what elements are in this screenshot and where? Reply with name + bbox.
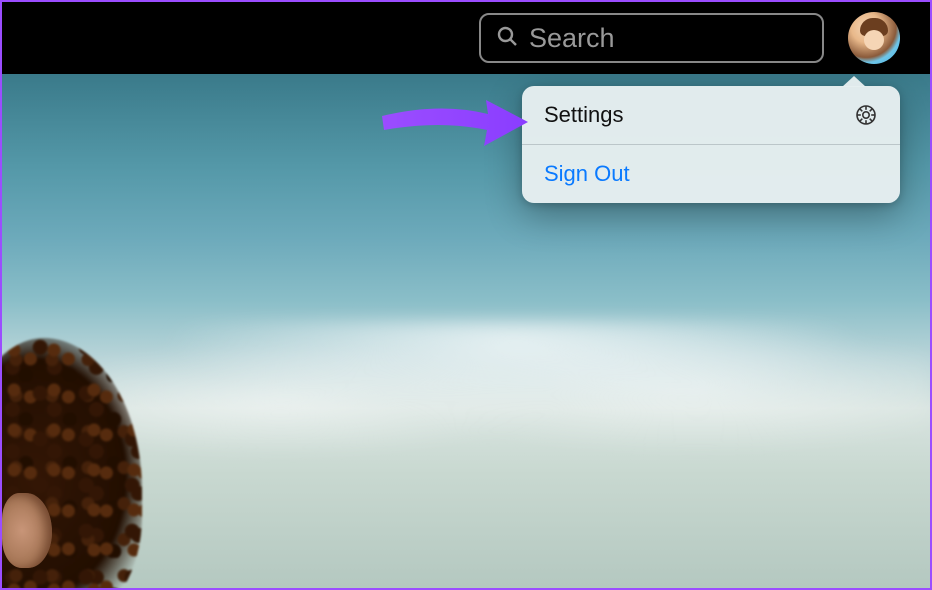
background-photo-ear bbox=[2, 493, 52, 568]
settings-label: Settings bbox=[544, 102, 624, 128]
avatar[interactable] bbox=[848, 12, 900, 64]
menu-item-settings[interactable]: Settings bbox=[522, 86, 900, 145]
gear-icon bbox=[854, 103, 878, 127]
sign-out-label: Sign Out bbox=[544, 161, 630, 187]
search-icon bbox=[495, 24, 529, 53]
menu-item-sign-out[interactable]: Sign Out bbox=[522, 145, 900, 203]
search-box[interactable] bbox=[479, 13, 824, 63]
header-bar bbox=[2, 2, 930, 74]
account-dropdown: Settings Sign Out bbox=[522, 86, 900, 203]
search-input[interactable] bbox=[529, 23, 808, 54]
